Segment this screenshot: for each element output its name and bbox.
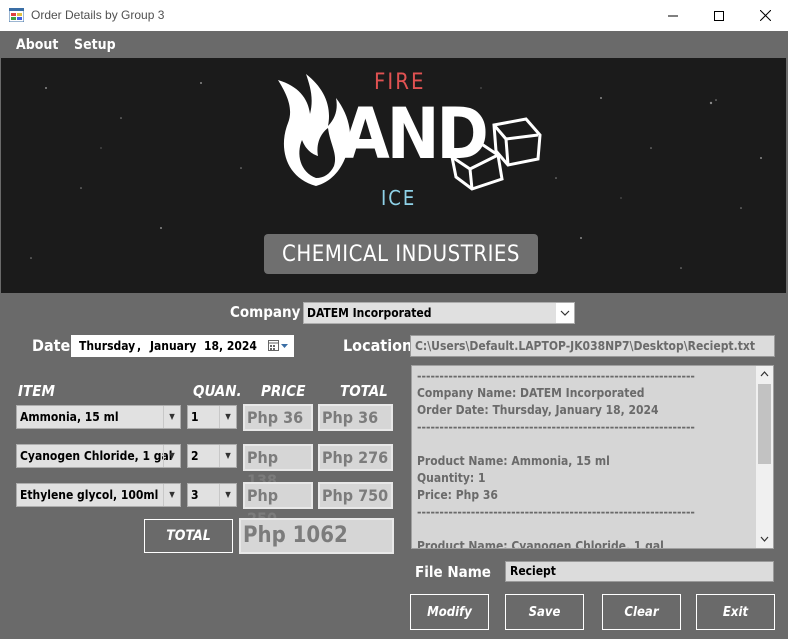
- title-bar: Order Details by Group 3: [0, 0, 788, 31]
- quantity-select[interactable]: 3 ▼: [187, 483, 237, 507]
- company-value: DATEM Incorporated: [307, 306, 432, 320]
- date-day: Thursday: [79, 339, 136, 353]
- quantity-value: 2: [191, 449, 199, 463]
- item-select[interactable]: Cyanogen Chloride, 1 gal ▼: [16, 444, 181, 468]
- item-select[interactable]: Ethylene glycol, 100ml ▼: [16, 483, 181, 507]
- price-field: Php 36: [243, 404, 313, 431]
- grand-total-label: TOTAL: [144, 519, 233, 553]
- logo-fire-text: FIRE: [374, 70, 426, 95]
- quantity-value: 1: [191, 410, 199, 424]
- line-total-field: Php 36: [318, 404, 393, 431]
- receipt-text: ----------------------------------------…: [417, 369, 695, 549]
- line-total-field: Php 750: [318, 482, 393, 509]
- scroll-thumb[interactable]: [758, 384, 771, 464]
- app-icon: [9, 8, 24, 22]
- dropdown-arrow-icon[interactable]: ▼: [163, 406, 180, 428]
- close-icon: [759, 10, 771, 21]
- ice-cubes-icon: [450, 117, 542, 191]
- scroll-down-icon[interactable]: [760, 536, 769, 542]
- item-name: Cyanogen Chloride, 1 gal: [20, 449, 173, 463]
- minimize-button[interactable]: [650, 0, 696, 31]
- dropdown-arrow-icon[interactable]: ▼: [163, 445, 180, 467]
- quantity-select[interactable]: 1 ▼: [187, 405, 237, 429]
- quantity-value: 3: [191, 488, 199, 502]
- item-name: Ammonia, 15 ml: [20, 410, 119, 424]
- minimize-icon: [668, 15, 678, 16]
- logo-ice-text: ICE: [381, 186, 417, 210]
- file-name-field[interactable]: Reciept: [505, 561, 774, 582]
- location-field[interactable]: C:\Users\Default.LAPTOP-JK038NP7\Desktop…: [410, 335, 775, 357]
- company-select[interactable]: DATEM Incorporated: [303, 302, 575, 324]
- dropdown-arrow-icon[interactable]: ▼: [219, 445, 236, 467]
- date-picker[interactable]: Thursday , January 18, 2024: [71, 335, 294, 357]
- receipt-scrollbar[interactable]: [756, 366, 773, 548]
- dropdown-arrow-icon[interactable]: ▼: [219, 484, 236, 506]
- company-label: Company: [230, 303, 301, 321]
- scroll-up-icon[interactable]: [760, 371, 769, 377]
- quantity-select[interactable]: 2 ▼: [187, 444, 237, 468]
- menu-setup[interactable]: Setup: [74, 37, 116, 53]
- maximize-button[interactable]: [696, 0, 742, 31]
- date-label: Date: [32, 336, 71, 355]
- price-header: PRICE: [261, 382, 306, 400]
- modify-button[interactable]: Modify: [410, 594, 489, 630]
- item-header: ITEM: [18, 382, 55, 400]
- save-button[interactable]: Save: [505, 594, 584, 630]
- exit-button[interactable]: Exit: [696, 594, 775, 630]
- location-label: Location: [343, 336, 413, 355]
- window-title: Order Details by Group 3: [31, 8, 165, 22]
- total-header: TOTAL: [340, 382, 388, 400]
- line-total-field: Php 276: [318, 444, 393, 471]
- dropdown-arrow-icon[interactable]: ▼: [163, 484, 180, 506]
- chevron-down-icon[interactable]: [556, 303, 574, 323]
- dropdown-arrow-icon[interactable]: ▼: [219, 406, 236, 428]
- close-button[interactable]: [742, 0, 788, 31]
- grand-total-field: Php 1062: [239, 518, 394, 554]
- price-field: Php 250: [243, 482, 313, 528]
- clear-button[interactable]: Clear: [602, 594, 681, 630]
- date-comma: ,: [137, 339, 142, 353]
- quan-header: QUAN.: [193, 382, 242, 400]
- price-field: Php 138: [243, 444, 313, 490]
- chemical-industries-label: CHEMICAL INDUSTRIES: [264, 234, 538, 274]
- item-select[interactable]: Ammonia, 15 ml ▼: [16, 405, 181, 429]
- file-name-label: File Name: [415, 563, 491, 581]
- menu-bar: About Setup: [0, 31, 788, 58]
- calendar-icon[interactable]: [268, 340, 290, 352]
- menu-about[interactable]: About: [16, 37, 58, 53]
- item-name: Ethylene glycol, 100ml: [20, 488, 159, 502]
- maximize-icon: [714, 10, 724, 21]
- banner: FIRE AND ICE CHEMICAL INDUSTRIES: [1, 58, 786, 293]
- date-dayyear: 18, 2024: [204, 339, 257, 353]
- date-month: January: [150, 339, 197, 353]
- receipt-textbox[interactable]: ----------------------------------------…: [411, 365, 774, 549]
